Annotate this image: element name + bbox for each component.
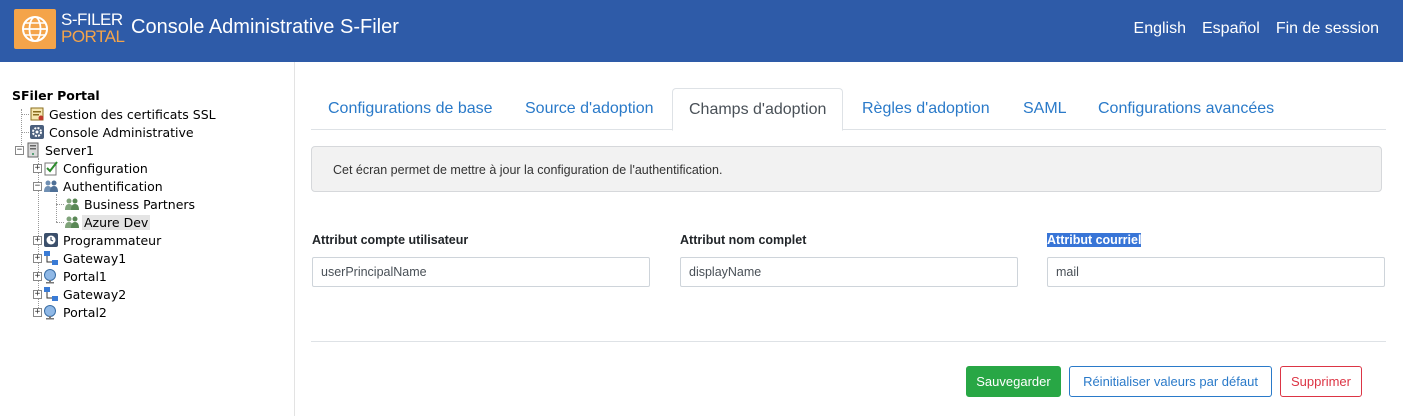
gear-icon <box>29 124 45 140</box>
tab-basic-config[interactable]: Configurations de base <box>328 88 493 130</box>
full-name-attribute-label: Attribut nom complet <box>680 233 807 247</box>
logo-line-2: PORTAL <box>61 27 125 46</box>
clock-icon <box>43 232 59 248</box>
tree-item-portal1[interactable]: + Portal1 <box>33 267 109 285</box>
tab-adoption-rules[interactable]: Règles d'adoption <box>862 88 990 130</box>
tree-item-label: Gateway2 <box>63 286 127 302</box>
expand-toggle[interactable]: + <box>33 289 42 299</box>
users-icon <box>64 214 80 230</box>
tree-item-label: Portal1 <box>63 268 107 284</box>
tree-item-server1[interactable]: − Server1 <box>15 141 96 159</box>
tree-item-portal2[interactable]: + Portal2 <box>33 303 109 321</box>
tab-advanced-config[interactable]: Configurations avancées <box>1098 88 1274 130</box>
logo-line-1: S-FILER <box>61 10 123 29</box>
email-attribute-label-text: Attribut courriel <box>1047 233 1142 247</box>
tab-adoption-fields[interactable]: Champs d'adoption <box>672 88 844 131</box>
navigation-tree: SFiler Portal Gestion des certificats SS… <box>0 62 295 416</box>
expand-toggle[interactable]: + <box>33 307 42 317</box>
user-account-attribute-input[interactable] <box>312 257 650 287</box>
tree-item-authentication[interactable]: − Authentification <box>33 177 165 195</box>
nav-link-logout[interactable]: Fin de session <box>1276 20 1379 38</box>
tree-item-label: Console Administrative <box>49 124 194 140</box>
tree-item-admin-console[interactable]: Console Administrative <box>29 123 196 141</box>
divider <box>311 341 1386 342</box>
email-attribute-input[interactable] <box>1047 257 1385 287</box>
tree-item-label-selected: Azure Dev <box>82 214 151 230</box>
nav-link-espanol[interactable]: Español <box>1202 20 1260 38</box>
user-account-attribute-label: Attribut compte utilisateur <box>312 233 469 247</box>
network-icon <box>43 286 59 302</box>
network-icon <box>43 250 59 266</box>
tree-connector <box>56 204 64 205</box>
tree-item-label: Programmateur <box>63 232 162 248</box>
top-nav: English Español Fin de session <box>1134 20 1379 38</box>
tree-item-label: Portal2 <box>63 304 107 320</box>
tree-item-label: Gateway1 <box>63 250 127 266</box>
info-message: Cet écran permet de mettre à jour la con… <box>311 146 1382 192</box>
collapse-toggle[interactable]: − <box>15 145 24 155</box>
reset-defaults-button[interactable]: Réinitialiser valeurs par défaut <box>1069 366 1272 397</box>
expand-toggle[interactable]: + <box>33 253 42 263</box>
tab-adoption-source[interactable]: Source d'adoption <box>525 88 653 130</box>
tree-item-label: Gestion des certificats SSL <box>49 106 216 122</box>
tree-item-gateway1[interactable]: + Gateway1 <box>33 249 128 267</box>
sidebar: SFiler Portal Gestion des certificats SS… <box>0 62 295 416</box>
tree-item-label: Authentification <box>63 178 163 194</box>
tree-connector <box>21 132 29 133</box>
tree-item-label: Server1 <box>45 142 94 158</box>
globe-icon <box>43 268 59 284</box>
tree-item-label: Business Partners <box>84 196 196 212</box>
expand-toggle[interactable]: + <box>33 235 42 245</box>
checklist-icon <box>43 160 59 176</box>
tree-item-ssl-certificates[interactable]: Gestion des certificats SSL <box>29 105 218 123</box>
tree-root-label[interactable]: SFiler Portal <box>12 88 100 103</box>
users-icon <box>64 196 80 212</box>
delete-button[interactable]: Supprimer <box>1280 366 1362 397</box>
email-attribute-label: Attribut courriel <box>1047 233 1142 247</box>
users-icon <box>43 178 59 194</box>
nav-link-english[interactable]: English <box>1134 20 1186 38</box>
tab-bar: Configurations de base Source d'adoption… <box>311 88 1386 131</box>
expand-toggle[interactable]: + <box>33 163 42 173</box>
tab-saml[interactable]: SAML <box>1023 88 1067 130</box>
globe-icon <box>43 304 59 320</box>
tree-connector <box>21 114 29 115</box>
top-bar: S-FILER PORTAL Console Administrative S-… <box>0 0 1403 62</box>
tree-item-gateway2[interactable]: + Gateway2 <box>33 285 128 303</box>
tree-item-scheduler[interactable]: + Programmateur <box>33 231 163 249</box>
tree-connector <box>56 222 64 223</box>
tree-item-azure-dev[interactable]: Azure Dev <box>64 213 151 231</box>
collapse-toggle[interactable]: − <box>33 181 42 191</box>
full-name-attribute-input[interactable] <box>680 257 1018 287</box>
app-title: Console Administrative S-Filer <box>131 16 399 38</box>
tree-item-business-partners[interactable]: Business Partners <box>64 195 197 213</box>
tree-item-label: Configuration <box>63 160 148 176</box>
tree-item-configuration[interactable]: + Configuration <box>33 159 150 177</box>
server-icon <box>25 142 41 158</box>
expand-toggle[interactable]: + <box>33 271 42 281</box>
logo-text: S-FILER PORTAL <box>61 10 125 46</box>
save-button[interactable]: Sauvegarder <box>966 366 1061 397</box>
certificate-icon <box>29 106 45 122</box>
globe-logo-icon <box>14 9 56 49</box>
tree-connector <box>56 194 57 222</box>
